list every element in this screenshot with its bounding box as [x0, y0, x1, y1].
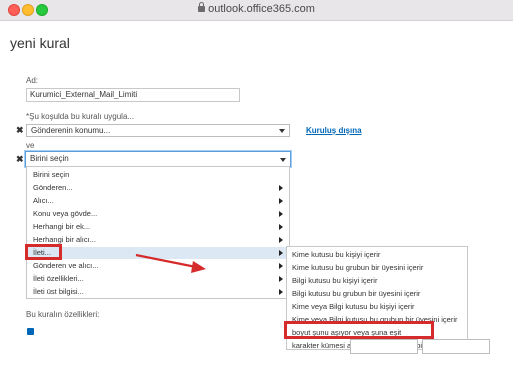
- arrow-line: [135, 253, 197, 269]
- browser-window: outlook.office365.com yeni kural Ad: Kur…: [0, 0, 513, 378]
- annotation-arrow: [135, 253, 206, 273]
- arrow-head-icon: [191, 261, 206, 273]
